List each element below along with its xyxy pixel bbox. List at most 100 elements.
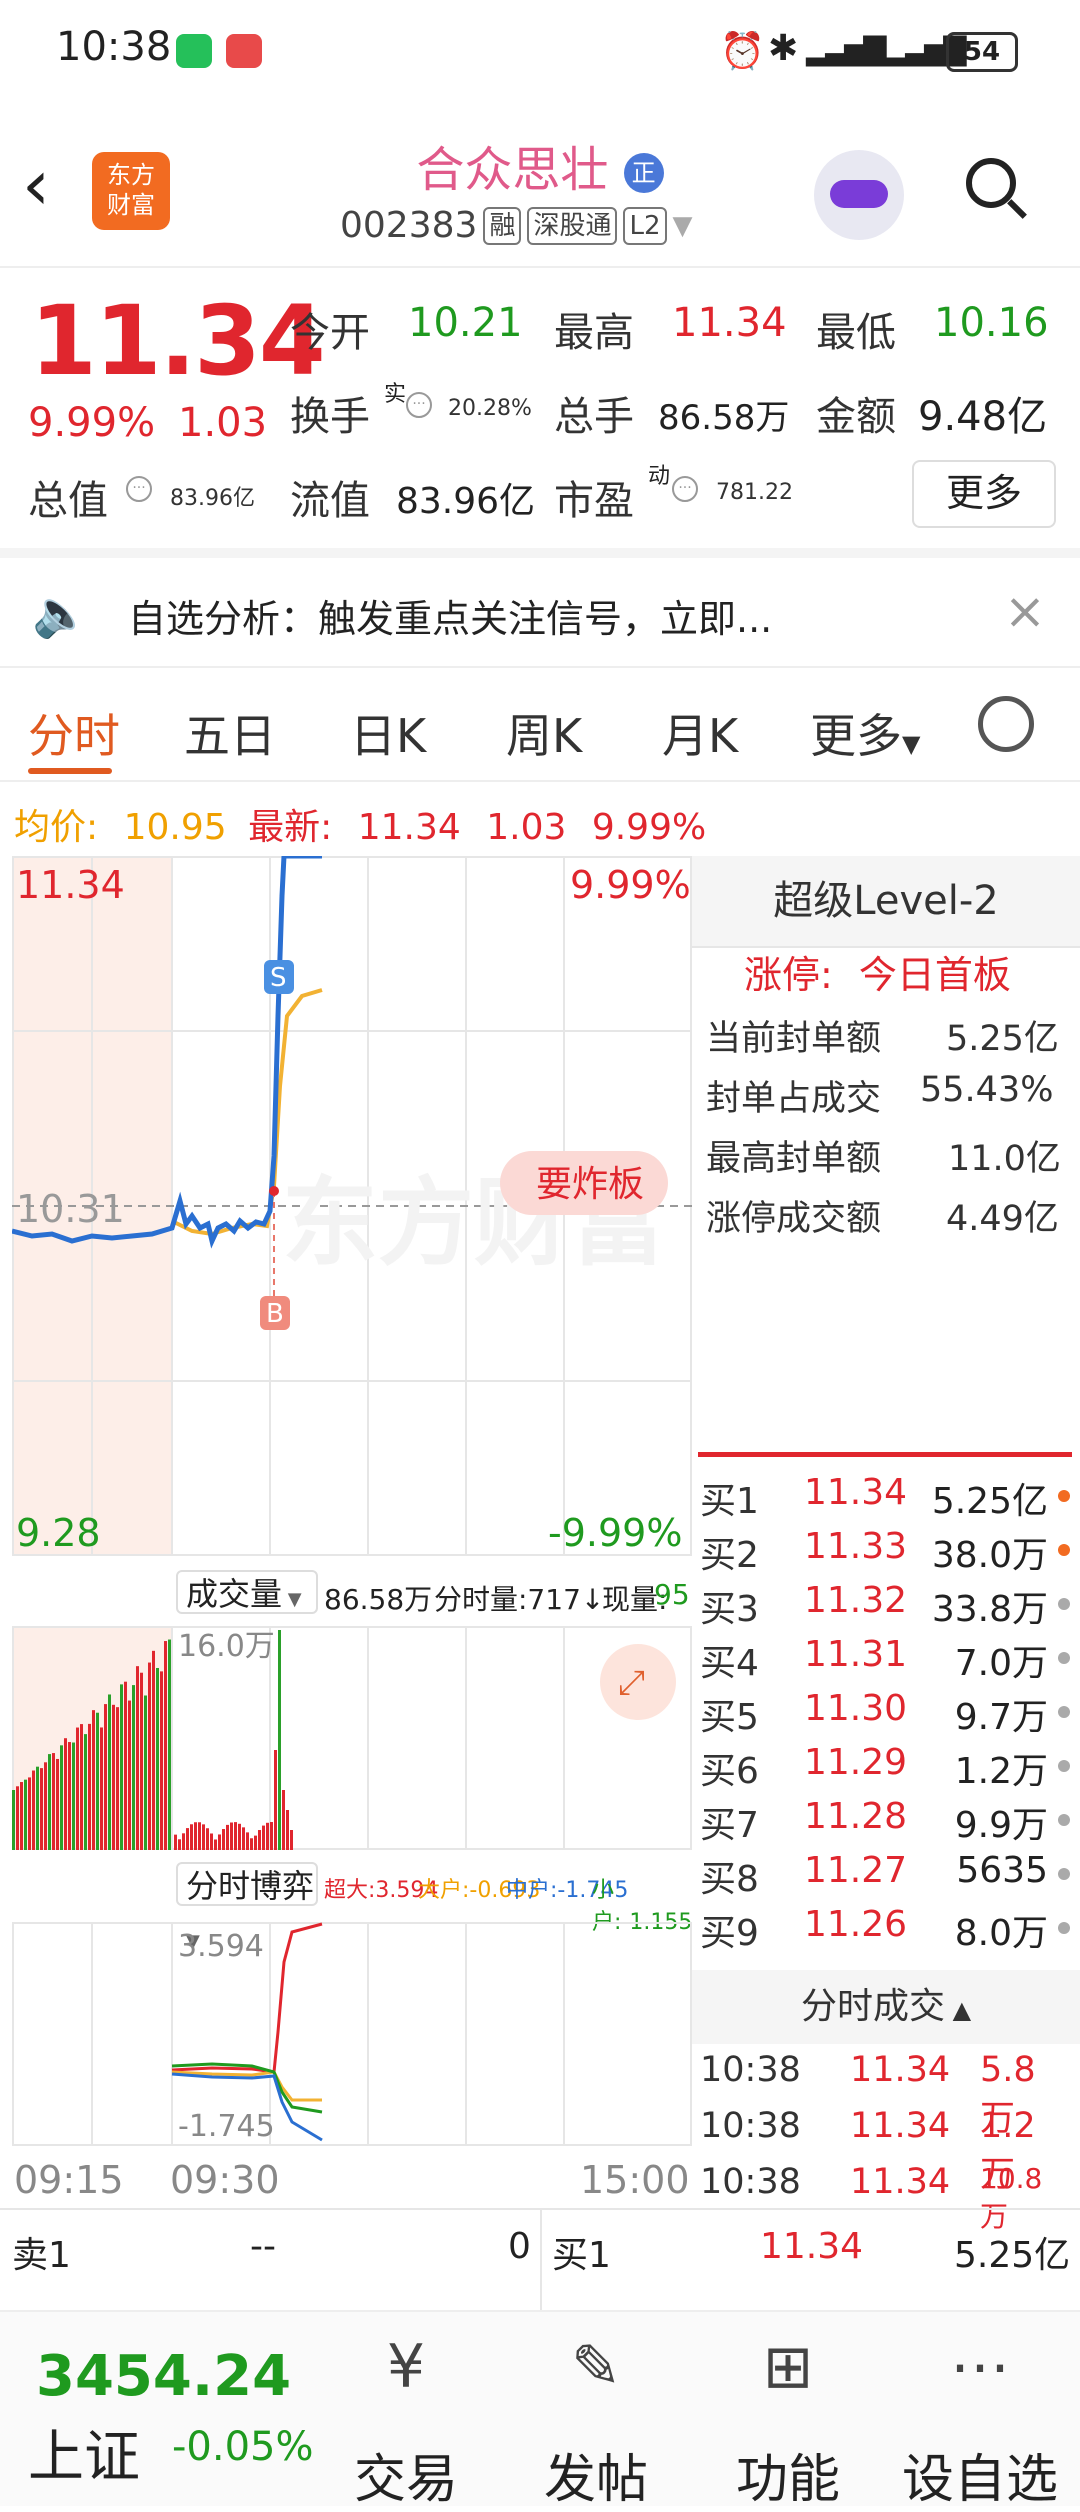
volume-bar — [132, 1685, 135, 1850]
volume-bar — [274, 1750, 277, 1850]
nav-add-watch[interactable]: 设自选 — [900, 2437, 1060, 2512]
pe-label: 市盈 — [554, 478, 634, 524]
l2-row-seal-amount: 当前封单额 — [706, 1010, 881, 1061]
volume-bar — [92, 1710, 95, 1850]
volume-bar — [226, 1824, 229, 1850]
tab-daily-k[interactable]: 日K — [350, 700, 426, 766]
bid-row[interactable]: 买2 11.33 38.0万 — [700, 1526, 1070, 1578]
l2-seal-ratio: 55.43% — [920, 1070, 1054, 1110]
bid-volume: 9.7万 — [954, 1697, 1048, 1738]
volume-bar — [36, 1766, 39, 1850]
info-icon-2[interactable]: ··· — [126, 476, 152, 502]
volume-bar — [250, 1838, 253, 1850]
pe-sup: 动 — [648, 464, 671, 489]
bottom-pct-label: -9.99% — [548, 1511, 682, 1555]
volume-label: 总手 — [554, 394, 634, 440]
volume-bar — [194, 1822, 197, 1850]
stock-code-row[interactable]: 002383 融 深股通 L2 ▼ — [340, 205, 693, 246]
bid-row[interactable]: 买4 11.31 7.0万 — [700, 1634, 1070, 1686]
analysis-banner[interactable]: 🔈 自选分析：触发重点关注信号，立即... × — [0, 558, 1080, 668]
game-bottom-label: -1.745 — [178, 2109, 275, 2144]
caret-up-icon: ▲ — [944, 1996, 972, 2024]
tick-header[interactable]: 分时成交 ▲ — [692, 1970, 1080, 2044]
bid-volume: 8.0万 — [954, 1913, 1048, 1954]
gear-icon[interactable] — [978, 696, 1034, 752]
nav-trade[interactable]: 交易 — [326, 2437, 486, 2512]
banner-text: 自选分析：触发重点关注信号，立即... — [128, 597, 773, 641]
volume-bar — [40, 1768, 43, 1850]
bid-volume: 9.9万 — [954, 1805, 1048, 1846]
volume-bar — [178, 1839, 181, 1850]
bid-row[interactable]: 买9 11.26 8.0万 — [700, 1904, 1070, 1956]
avg-label: 均价: — [14, 807, 99, 848]
small-line — [171, 2062, 323, 2114]
buy1-price: 11.34 — [760, 2226, 864, 2267]
bid-dot — [1058, 1814, 1070, 1826]
bid-label: 买2 — [700, 1535, 759, 1576]
index-change: -0.05% — [172, 2424, 314, 2470]
buy1-label: 买1 — [552, 2235, 611, 2276]
bid-label: 买1 — [700, 1481, 759, 1522]
l2-row-max-seal: 最高封单额 — [706, 1130, 881, 1181]
more-button[interactable]: 更多 — [912, 460, 1056, 528]
nav-functions[interactable]: 功能 — [708, 2437, 868, 2512]
intraday-chart[interactable]: 东方财富 B S 要炸板 11.34 9.99% 10.31 9.28 -9.9… — [12, 856, 692, 1556]
low-value: 10.16 — [934, 300, 1049, 346]
volume-bar — [152, 1650, 155, 1850]
bid-row[interactable]: 买3 11.32 33.8万 — [700, 1580, 1070, 1632]
edit-icon: ✎ — [570, 2332, 622, 2402]
wechat-icon — [176, 34, 212, 68]
volume-chart[interactable]: 16.0万 ⤢ — [12, 1626, 692, 1850]
tick-time: 10:38 — [700, 2106, 801, 2146]
bid-row[interactable]: 买5 11.30 9.7万 — [700, 1688, 1070, 1740]
volume-bar — [278, 1630, 281, 1850]
stock-name: 合众思壮 — [416, 142, 609, 198]
turnover-label: 换手 — [290, 394, 370, 440]
close-icon[interactable]: × — [1004, 582, 1046, 640]
tab-weekly-k[interactable]: 周K — [506, 700, 582, 766]
bid-dot — [1058, 1868, 1070, 1880]
avg-value: 10.95 — [123, 807, 227, 848]
volume-bar — [84, 1734, 87, 1850]
bid-label: 买6 — [700, 1751, 759, 1792]
index-name[interactable]: 上证 — [28, 2412, 140, 2493]
volume-bar — [100, 1727, 103, 1850]
bid-label: 买7 — [700, 1805, 759, 1846]
bid-row[interactable]: 买6 11.29 1.2万 — [700, 1742, 1070, 1794]
volume-scale-label: 16.0万 — [178, 1629, 275, 1664]
sell1-label: 卖1 — [12, 2235, 71, 2276]
nav-post[interactable]: 发帖 — [516, 2437, 676, 2512]
volume-bar — [128, 1700, 131, 1850]
info-icon-3[interactable]: ··· — [672, 476, 698, 502]
volume-bar — [44, 1762, 47, 1850]
bid-divider — [698, 1452, 1072, 1457]
volume-bar — [160, 1671, 163, 1850]
open-value: 10.21 — [408, 300, 523, 346]
tab-monthly-k[interactable]: 月K — [662, 700, 738, 766]
game-title-button[interactable]: 分时博弈 ▼ — [176, 1862, 318, 1952]
volume-bar — [214, 1839, 217, 1850]
tab-more[interactable]: 更多▼ — [810, 700, 920, 766]
bid-row[interactable]: 买7 11.28 9.9万 — [700, 1796, 1070, 1848]
volume-title: 成交量 — [186, 1575, 283, 1613]
game-title: 分时博弈 — [186, 1867, 315, 1905]
info-icon[interactable]: ··· — [406, 392, 432, 418]
volume-title-button[interactable]: 成交量 ▼ — [176, 1570, 318, 1614]
volume-bar — [136, 1666, 139, 1850]
limit-value: 今日首板 — [858, 953, 1011, 997]
caret-icon: ▼ — [902, 730, 921, 758]
volume-bar — [254, 1835, 257, 1850]
robot-avatar[interactable] — [814, 150, 904, 240]
bid-row[interactable]: 买8 11.27 5635 — [700, 1850, 1070, 1902]
level2-panel[interactable]: 超级Level-2 — [692, 856, 1080, 948]
index-value[interactable]: 3454.24 — [36, 2344, 291, 2409]
buy-marker-label: B — [266, 1299, 284, 1329]
tick-time: 10:38 — [700, 2050, 801, 2090]
tab-five-day[interactable]: 五日 — [184, 700, 276, 766]
bid-row[interactable]: 买1 11.34 5.25亿 — [700, 1472, 1070, 1524]
volume-bar — [96, 1712, 99, 1850]
volume-bar — [120, 1684, 123, 1850]
tab-intraday[interactable]: 分时 — [28, 700, 120, 766]
game-chart[interactable]: 3.594 -1.745 — [12, 1922, 692, 2146]
volume-bar — [56, 1758, 59, 1850]
